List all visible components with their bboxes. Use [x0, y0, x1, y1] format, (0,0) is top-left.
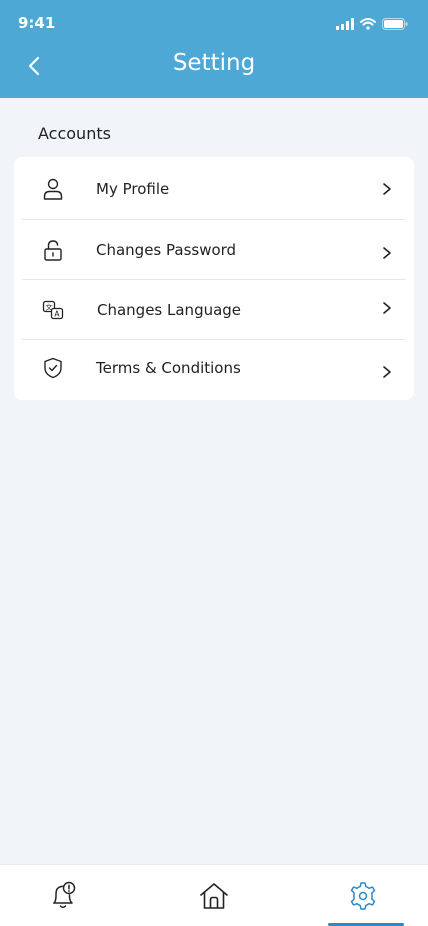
- chevron-right-icon: [380, 365, 394, 379]
- section-title-accounts: Accounts: [38, 124, 111, 143]
- settings-screen: 9:41 Setting Accounts My Profile Changes…: [0, 0, 428, 926]
- settings-item-label: Terms & Conditions: [96, 359, 241, 377]
- svg-text:A: A: [54, 310, 60, 319]
- signal-icon: [336, 15, 354, 34]
- settings-item-terms-conditions[interactable]: Terms & Conditions: [22, 338, 406, 398]
- gear-icon: [350, 882, 376, 910]
- home-icon: [200, 883, 228, 909]
- user-icon: [42, 178, 64, 200]
- bottom-nav: [0, 864, 428, 926]
- nav-settings[interactable]: [323, 865, 403, 926]
- settings-item-label: Changes Language: [97, 301, 242, 319]
- chevron-right-icon: [380, 301, 394, 315]
- page-title: Setting: [172, 50, 256, 76]
- status-icons: [336, 15, 408, 34]
- settings-item-changes-password[interactable]: Changes Password: [22, 220, 406, 280]
- translate-icon: 文 A: [42, 299, 64, 321]
- app-header: 9:41 Setting: [0, 0, 428, 98]
- wifi-icon: [360, 15, 376, 34]
- battery-icon: [382, 15, 408, 34]
- lock-icon: [42, 239, 64, 261]
- settings-item-changes-language[interactable]: 文 A Changes Language: [22, 280, 406, 340]
- settings-item-my-profile[interactable]: My Profile: [22, 159, 406, 219]
- settings-item-label: Changes Password: [96, 241, 237, 259]
- nav-home[interactable]: [174, 865, 254, 926]
- nav-notifications[interactable]: [24, 865, 104, 926]
- shield-check-icon: [42, 357, 64, 379]
- chevron-right-icon: [380, 182, 394, 196]
- bell-alert-icon: [53, 881, 76, 909]
- status-time: 9:41: [18, 14, 56, 32]
- chevron-right-icon: [380, 246, 394, 260]
- settings-card: My Profile Changes Password 文 A Changes …: [14, 157, 414, 400]
- settings-item-label: My Profile: [96, 180, 170, 198]
